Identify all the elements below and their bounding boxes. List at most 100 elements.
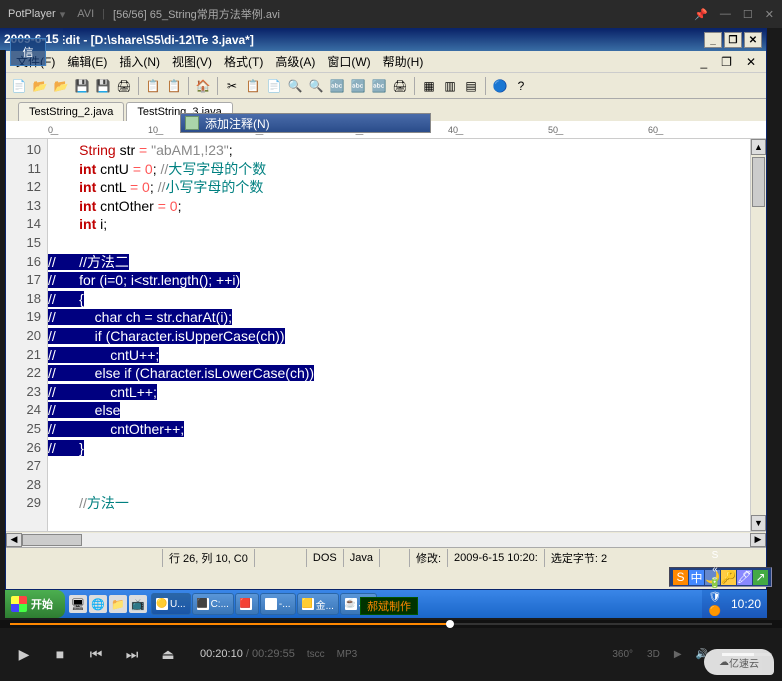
ultraedit-title-bar[interactable]: UltraEdit - [D:\share\S5\di-12\Te 3.java… (6, 29, 766, 51)
toolbar-button-18[interactable]: 🔤 (349, 77, 367, 95)
ue-minimize-button[interactable]: _ (704, 32, 722, 48)
toolbar-button-0[interactable]: 📄 (10, 77, 28, 95)
doc-close-button[interactable]: ✕ (740, 53, 762, 71)
ue-close-button[interactable]: ✕ (744, 32, 762, 48)
task-button-3[interactable]: 2-... (260, 593, 296, 615)
playback-progress[interactable] (0, 620, 782, 628)
video-title: [56/56] 65_String常用方法举例.avi (113, 6, 280, 22)
threed-label[interactable]: 3D (647, 649, 660, 660)
toolbar-button-10[interactable]: 🏠 (194, 77, 212, 95)
toolbar-button-12[interactable]: ✂ (223, 77, 241, 95)
ime-icon-4[interactable]: 🖊 (737, 570, 752, 585)
code-area[interactable]: String str = "abAM1,!23"; int cntU = 0; … (48, 139, 766, 531)
quicklaunch-0[interactable]: 🖥 (69, 595, 87, 613)
task-button-0[interactable]: 🟡U... (151, 593, 191, 615)
toolbar-button-4[interactable]: 💾 (94, 77, 112, 95)
tray-icon-4[interactable]: 🟠 (708, 604, 722, 618)
ultraedit-status-bar: 行 26, 列 10, C0 DOS Java 修改: 2009-6-15 10… (6, 547, 766, 567)
ue-restore-button[interactable]: ❐ (724, 32, 742, 48)
toolbar-button-24[interactable]: ▤ (462, 77, 480, 95)
ruler-mark: 0͟ (48, 125, 53, 135)
doc-restore-button[interactable]: ❐ (715, 53, 738, 71)
line-number-gutter: 1011121314151617181920212223242526272829 (6, 139, 48, 531)
menu-advanced[interactable]: 高级(A) (269, 51, 321, 72)
task-button-2[interactable]: 🟥 (235, 593, 259, 615)
toolbar-button-26[interactable]: 🔵 (491, 77, 509, 95)
close-icon[interactable]: ✕ (765, 8, 774, 21)
toolbar-button-14[interactable]: 📄 (265, 77, 283, 95)
ruler-mark: 10͟ (148, 125, 158, 135)
maximize-icon[interactable]: ☐ (743, 8, 753, 21)
audio-codec: MP3 (337, 649, 358, 660)
tray-icon-0[interactable]: S (708, 548, 722, 562)
menu-window[interactable]: 窗口(W) (321, 51, 376, 72)
menu-edit[interactable]: 编辑(E) (61, 51, 113, 72)
scroll-down-icon[interactable]: ▼ (751, 515, 766, 531)
menu-help[interactable]: 帮助(H) (377, 51, 430, 72)
horizontal-scrollbar[interactable]: ◀ ▶ (6, 531, 766, 547)
clock: 10:20 (731, 597, 761, 611)
toolbar-button-23[interactable]: ▥ (441, 77, 459, 95)
deg-label[interactable]: 360° (612, 649, 633, 660)
toolbar-button-7[interactable]: 📋 (144, 77, 162, 95)
live-icon[interactable]: ▶ (674, 649, 682, 660)
tray-icon-3[interactable]: 🛡 (708, 590, 722, 604)
status-encoding: DOS (306, 549, 343, 567)
hscroll-thumb[interactable] (22, 534, 82, 546)
toolbar-button-8[interactable]: 📋 (165, 77, 183, 95)
scroll-thumb[interactable] (752, 157, 765, 207)
scroll-up-icon[interactable]: ▲ (751, 139, 766, 155)
vertical-scrollbar[interactable]: ▲ ▼ (750, 139, 766, 531)
ime-icon-5[interactable]: ↗ (753, 570, 768, 585)
menu-view[interactable]: 视图(V) (166, 51, 218, 72)
menu-format[interactable]: 格式(T) (218, 51, 269, 72)
quicklaunch-2[interactable]: 📁 (109, 595, 127, 613)
context-menu-label: 添加注释(N) (205, 115, 270, 132)
start-button[interactable]: 开始 (5, 590, 65, 618)
quicklaunch-1[interactable]: 🌐 (89, 595, 107, 613)
playback-time: 00:20:10 / 00:29:55 (200, 648, 295, 660)
toolbar-button-22[interactable]: ▦ (420, 77, 438, 95)
tray-icon-1[interactable]: « (708, 562, 722, 576)
toolbar-button-13[interactable]: 📋 (244, 77, 262, 95)
toolbar-button-16[interactable]: 🔍 (307, 77, 325, 95)
eject-button[interactable]: ⏏ (154, 640, 182, 668)
task-button-4[interactable]: 🟨金... (297, 593, 339, 615)
start-label: 开始 (31, 596, 53, 612)
scroll-right-icon[interactable]: ▶ (750, 533, 766, 547)
menu-insert[interactable]: 插入(N) (113, 51, 166, 72)
code-editor[interactable]: 1011121314151617181920212223242526272829… (6, 139, 766, 531)
toolbar-button-1[interactable]: 📂 (31, 77, 49, 95)
minimize-icon[interactable]: — (720, 8, 731, 21)
toolbar-button-2[interactable]: 📂 (52, 77, 70, 95)
time-duration: 00:29:55 (252, 648, 295, 660)
toolbar-button-5[interactable]: 🖨 (115, 77, 133, 95)
stop-button[interactable]: ■ (46, 640, 74, 668)
progress-knob[interactable] (446, 620, 454, 628)
toolbar-button-19[interactable]: 🔤 (370, 77, 388, 95)
ime-icon-1[interactable]: 中 (689, 570, 704, 585)
tray-icon-2[interactable]: 🔋 (708, 576, 722, 590)
toolbar-button-27[interactable]: ? (512, 77, 530, 95)
toolbar-button-15[interactable]: 🔍 (286, 77, 304, 95)
potplayer-dropdown-icon[interactable]: ▾ (60, 8, 66, 21)
play-button[interactable]: ▶ (10, 640, 38, 668)
toolbar-button-3[interactable]: 💾 (73, 77, 91, 95)
status-position: 行 26, 列 10, C0 (162, 549, 254, 567)
task-button-1[interactable]: ⬛C:... (192, 593, 234, 615)
pin-icon[interactable]: 📌 (694, 8, 708, 21)
toolbar-button-20[interactable]: 🖨 (391, 77, 409, 95)
doc-minimize-button[interactable]: _ (694, 53, 713, 71)
time-current: 00:20:10 (200, 648, 243, 660)
context-menu-add-comment[interactable]: 添加注释(N) (180, 113, 431, 133)
ultraedit-title-text: UltraEdit - [D:\share\S5\di-12\Te 3.java… (30, 33, 704, 47)
ime-icon-0[interactable]: S (673, 570, 688, 585)
task-buttons: 🟡U...⬛C:...🟥2-...🟨金...☕J... (151, 593, 702, 615)
toolbar-button-17[interactable]: 🔤 (328, 77, 346, 95)
quicklaunch-3[interactable]: 📺 (129, 595, 147, 613)
prev-button[interactable]: ⏮ (82, 640, 110, 668)
next-button[interactable]: ⏭ (118, 640, 146, 668)
system-tray: S«🔋🛡🟠K🔊👁 10:20 (702, 590, 767, 618)
scroll-left-icon[interactable]: ◀ (6, 533, 22, 547)
tab-teststring-2[interactable]: TestString_2.java (18, 102, 124, 121)
